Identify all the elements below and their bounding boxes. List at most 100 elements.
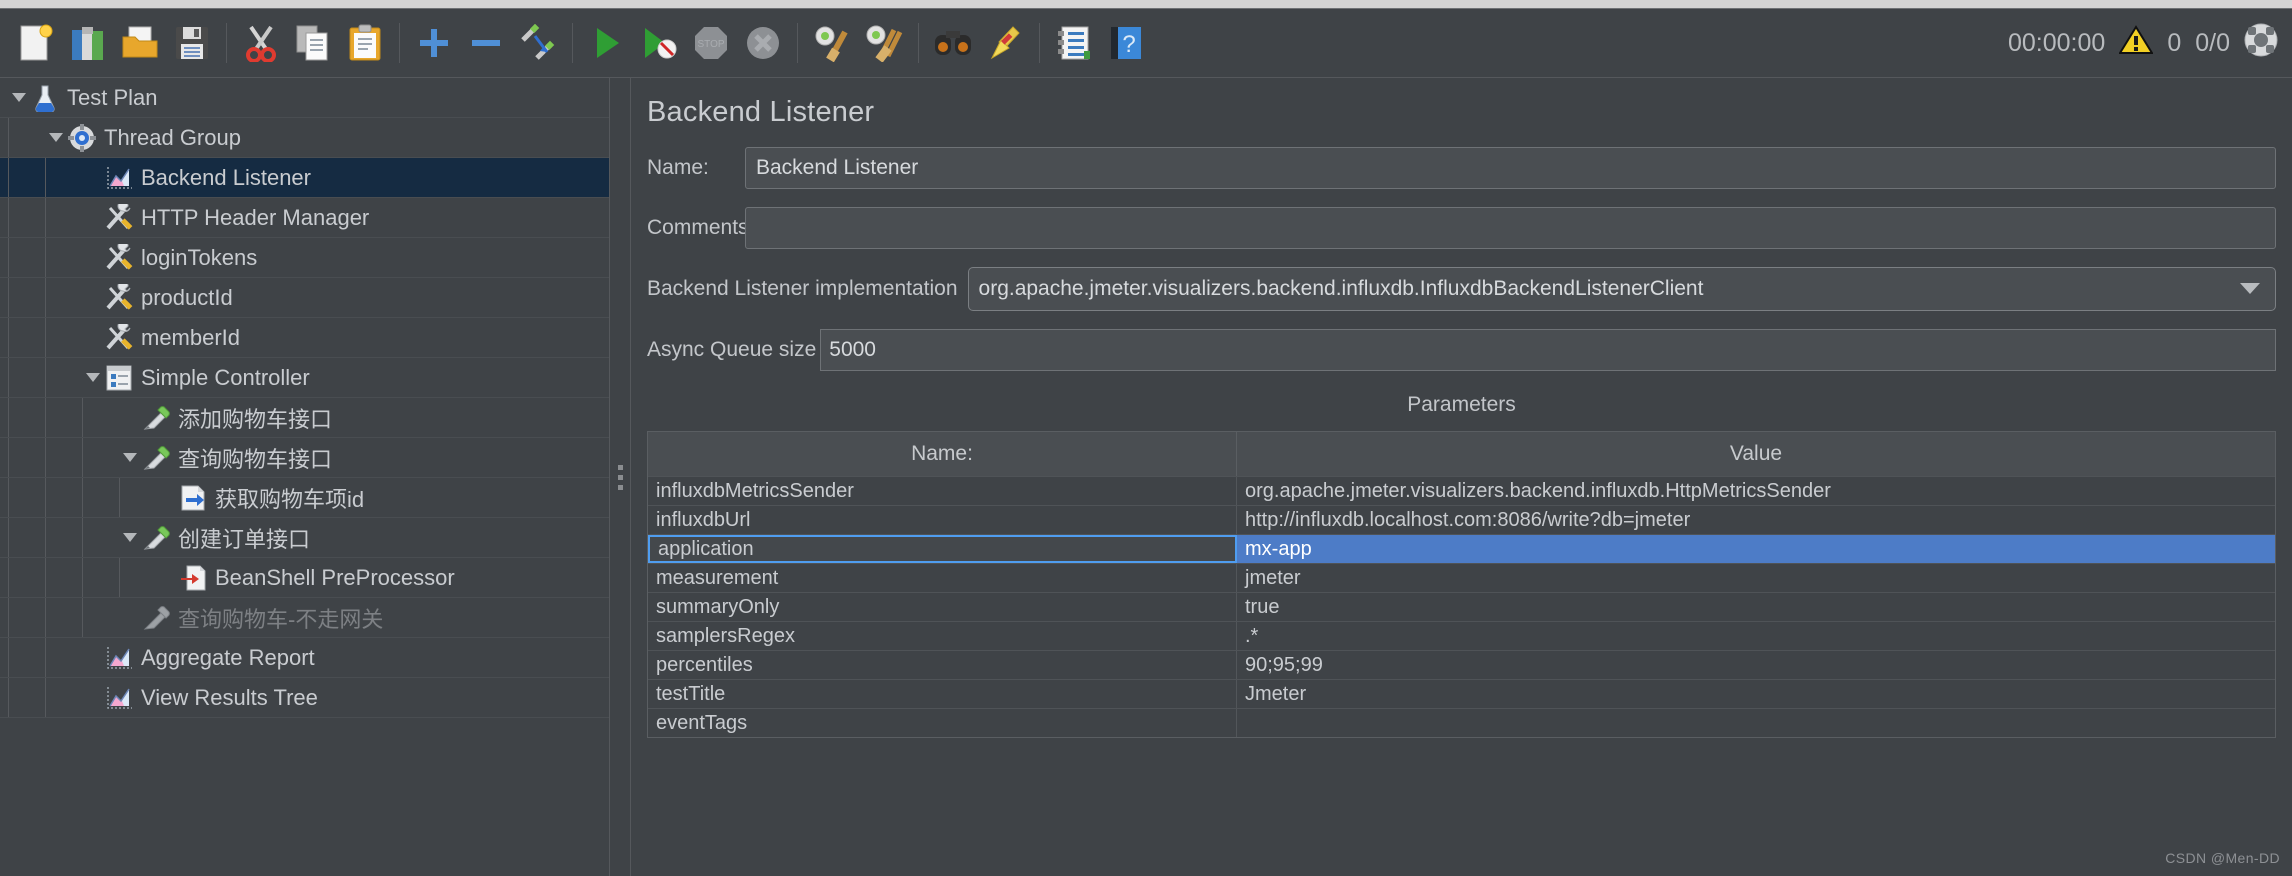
parameter-value-cell[interactable]: Jmeter	[1237, 680, 2275, 708]
queue-size-input[interactable]: 5000	[820, 329, 2276, 371]
column-header-name[interactable]: Name:	[648, 432, 1237, 476]
toggle-icon[interactable]	[512, 17, 564, 69]
templates-icon[interactable]	[62, 17, 114, 69]
table-row[interactable]: samplersRegex .*	[648, 621, 2275, 650]
parameter-value-cell[interactable]: .*	[1237, 622, 2275, 650]
tree-item-6[interactable]: memberId	[0, 318, 609, 358]
tree-item-label: productId	[141, 284, 233, 310]
help-icon[interactable]: ?	[1100, 17, 1152, 69]
parameter-name-cell[interactable]: summaryOnly	[648, 593, 1237, 621]
test-plan-tree[interactable]: Test Plan Thread Group Backend Listener HTT…	[0, 78, 609, 876]
warning-icon[interactable]	[2118, 24, 2155, 62]
open-icon[interactable]	[114, 17, 166, 69]
reset-search-icon[interactable]	[979, 17, 1031, 69]
save-icon[interactable]	[166, 17, 218, 69]
tree-item-7[interactable]: Simple Controller	[0, 358, 609, 398]
toolbar-separator	[226, 23, 227, 63]
panel-splitter[interactable]	[609, 78, 631, 876]
queue-size-row: Async Queue size 5000	[647, 329, 2276, 371]
parameter-name-cell[interactable]: samplersRegex	[648, 622, 1237, 650]
parameter-value-cell[interactable]: mx-app	[1237, 535, 2275, 563]
parameter-value-cell[interactable]	[1237, 709, 2275, 737]
table-row[interactable]: summaryOnly true	[648, 592, 2275, 621]
tree-twisty-placeholder	[82, 327, 104, 349]
chevron-down-icon[interactable]	[2239, 277, 2261, 301]
table-row[interactable]: percentiles 90;95;99	[648, 650, 2275, 679]
cut-icon[interactable]	[235, 17, 287, 69]
tree-item-label: Thread Group	[104, 124, 241, 150]
tree-item-label: Backend Listener	[141, 164, 311, 190]
parameter-value-cell[interactable]: true	[1237, 593, 2275, 621]
stop-icon[interactable]: STOP	[685, 17, 737, 69]
table-row[interactable]: testTitle Jmeter	[648, 679, 2275, 708]
table-row[interactable]: influxdbMetricsSender org.apache.jmeter.v…	[648, 476, 2275, 505]
sampler-disabled-icon	[141, 603, 171, 633]
tree-item-0[interactable]: Test Plan	[0, 78, 609, 118]
start-no-pauses-icon[interactable]	[633, 17, 685, 69]
listener-icon	[104, 683, 134, 713]
implementation-combobox[interactable]: org.apache.jmeter.visualizers.backend.in…	[967, 267, 2276, 311]
copy-icon[interactable]	[287, 17, 339, 69]
shutdown-icon[interactable]	[737, 17, 789, 69]
table-row[interactable]: application mx-app	[648, 534, 2275, 563]
sampler-icon	[141, 443, 171, 473]
tree-item-12[interactable]: BeanShell PreProcessor	[0, 558, 609, 598]
table-row[interactable]: measurement jmeter	[648, 563, 2275, 592]
search-icon[interactable]	[927, 17, 979, 69]
tree-item-3[interactable]: HTTP Header Manager	[0, 198, 609, 238]
parameter-name-cell[interactable]: influxdbMetricsSender	[648, 477, 1237, 505]
new-icon[interactable]	[10, 17, 62, 69]
tree-item-5[interactable]: productId	[0, 278, 609, 318]
tree-item-14[interactable]: Aggregate Report	[0, 638, 609, 678]
expand-all-icon[interactable]	[408, 17, 460, 69]
parameter-name-cell[interactable]: application	[648, 535, 1237, 563]
parameter-value-cell[interactable]: jmeter	[1237, 564, 2275, 592]
tree-twisty-placeholder	[82, 207, 104, 229]
tree-twisty-placeholder	[119, 607, 141, 629]
tree-twisty-placeholder	[82, 247, 104, 269]
comments-input[interactable]	[745, 207, 2276, 249]
chevron-down-icon[interactable]	[45, 127, 67, 149]
clear-all-icon[interactable]	[858, 17, 910, 69]
tree-item-13[interactable]: 查询购物车-不走网关	[0, 598, 609, 638]
name-row: Name: Backend Listener	[647, 147, 2276, 189]
parameters-table[interactable]: Name: Value influxdbMetricsSender org.apa…	[647, 431, 2276, 738]
tree-item-4[interactable]: loginTokens	[0, 238, 609, 278]
toolbar-separator	[399, 23, 400, 63]
parameter-value-cell[interactable]: 90;95;99	[1237, 651, 2275, 679]
clear-icon[interactable]	[806, 17, 858, 69]
parameter-name-cell[interactable]: influxdbUrl	[648, 506, 1237, 534]
parameter-value-cell[interactable]: http://influxdb.localhost.com:8086/write…	[1237, 506, 2275, 534]
tree-item-15[interactable]: View Results Tree	[0, 678, 609, 718]
paste-icon[interactable]	[339, 17, 391, 69]
tree-item-11[interactable]: 创建订单接口	[0, 518, 609, 558]
table-row[interactable]: influxdbUrl http://influxdb.localhost.com…	[648, 505, 2275, 534]
warning-count: 0	[2167, 28, 2182, 57]
implementation-label: Backend Listener implementation	[647, 277, 958, 300]
tree-item-9[interactable]: 查询购物车接口	[0, 438, 609, 478]
tree-item-10[interactable]: 获取购物车项id	[0, 478, 609, 518]
name-label: Name:	[647, 156, 709, 179]
toolbar-status: 00:00:00 0 0/0	[2008, 23, 2292, 64]
chevron-down-icon[interactable]	[8, 87, 30, 109]
parameter-name-cell[interactable]: testTitle	[648, 680, 1237, 708]
chevron-down-icon[interactable]	[119, 527, 141, 549]
function-helper-icon[interactable]	[1048, 17, 1100, 69]
config-icon	[104, 323, 134, 353]
chevron-down-icon[interactable]	[119, 447, 141, 469]
chevron-down-icon[interactable]	[82, 367, 104, 389]
tree-item-1[interactable]: Thread Group	[0, 118, 609, 158]
table-row[interactable]: eventTags	[648, 708, 2275, 737]
tree-twisty-placeholder	[119, 407, 141, 429]
tree-item-2[interactable]: Backend Listener	[0, 158, 609, 198]
parameter-name-cell[interactable]: eventTags	[648, 709, 1237, 737]
parameter-name-cell[interactable]: measurement	[648, 564, 1237, 592]
sampler-icon	[141, 523, 171, 553]
collapse-all-icon[interactable]	[460, 17, 512, 69]
parameter-name-cell[interactable]: percentiles	[648, 651, 1237, 679]
column-header-value[interactable]: Value	[1237, 432, 2275, 476]
start-icon[interactable]	[581, 17, 633, 69]
name-input[interactable]: Backend Listener	[745, 147, 2276, 189]
parameter-value-cell[interactable]: org.apache.jmeter.visualizers.backend.in…	[1237, 477, 2275, 505]
tree-item-8[interactable]: 添加购物车接口	[0, 398, 609, 438]
